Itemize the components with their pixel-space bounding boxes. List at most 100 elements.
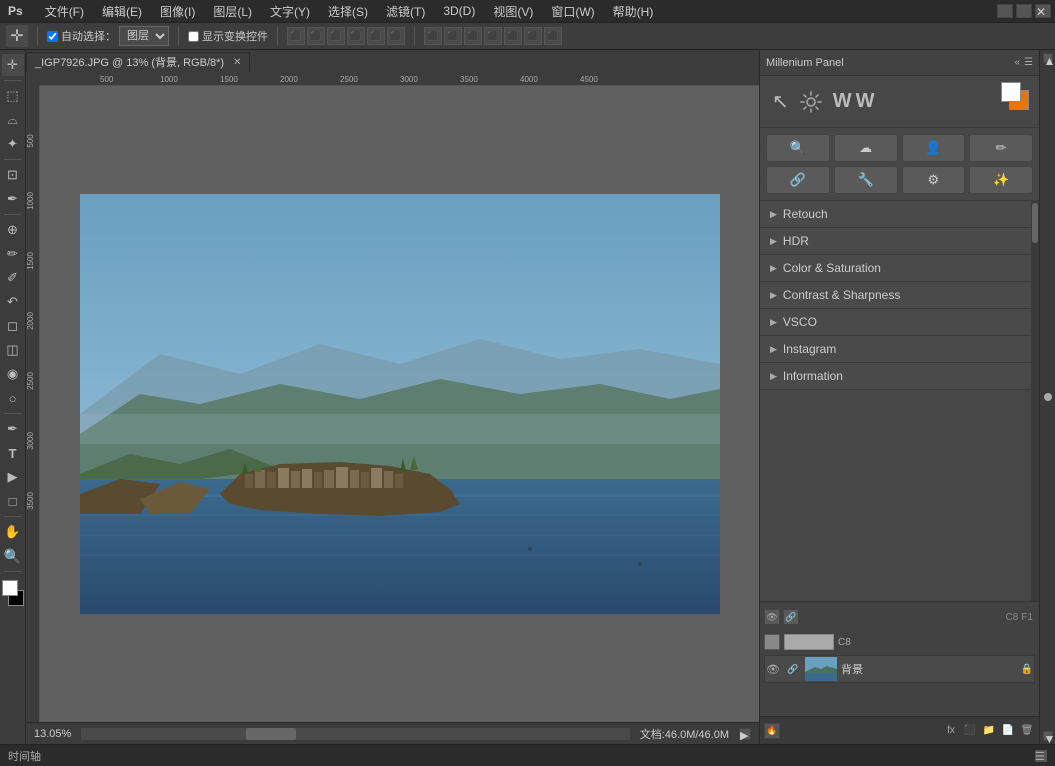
right-scroll-down[interactable]: ▼ — [1043, 731, 1053, 741]
auto-select-checkbox[interactable] — [47, 31, 58, 42]
panel-menu-btn[interactable]: ☰ — [1024, 57, 1033, 68]
color-swatch-container — [1001, 82, 1031, 112]
mask-btn[interactable]: ⬛ — [962, 723, 978, 739]
healing-brush-tool[interactable]: ⊕ — [2, 219, 24, 241]
dist-left-icon[interactable]: ⬛ — [424, 27, 442, 45]
menu-file[interactable]: 文件(F) — [41, 1, 88, 22]
fire-icon[interactable]: 🔥 — [764, 723, 780, 739]
dist-middle-icon[interactable]: ⬛ — [504, 27, 522, 45]
selection-tool[interactable]: ⬚ — [2, 85, 24, 107]
menu-layer[interactable]: 图层(L) — [209, 1, 256, 22]
status-menu-btn[interactable]: ☰ — [1035, 750, 1047, 762]
shape-tool[interactable]: □ — [2, 490, 24, 512]
mill-settings-btn[interactable]: ⚙ — [902, 166, 966, 194]
menu-select[interactable]: 选择(S) — [324, 1, 372, 22]
menu-window[interactable]: 窗口(W) — [547, 1, 598, 22]
menu-filter[interactable]: 滤镜(T) — [382, 1, 429, 22]
align-right-icon[interactable]: ⬛ — [327, 27, 345, 45]
crop-tool[interactable]: ⊡ — [2, 164, 24, 186]
align-center-icon[interactable]: ⬛ — [307, 27, 325, 45]
zoom-tool[interactable]: 🔍 — [2, 545, 24, 567]
new-layer-btn[interactable]: 📄 — [1000, 723, 1016, 739]
menu-edit[interactable]: 编辑(E) — [98, 1, 146, 22]
section-instagram-header[interactable]: ▶ Instagram — [760, 336, 1031, 362]
panel-fg-swatch[interactable] — [1001, 82, 1021, 102]
mill-zoom-btn[interactable]: 🔍 — [766, 134, 830, 162]
panel-scrollbar[interactable] — [1031, 201, 1039, 601]
layer-row-background[interactable]: 👁 🔗 背景 🔒 — [764, 655, 1035, 683]
dist-extra-icon[interactable]: ⬛ — [544, 27, 562, 45]
type-tool[interactable]: T — [2, 442, 24, 464]
layer-options-btn[interactable]: F1 — [1021, 612, 1033, 623]
section-hdr-header[interactable]: ▶ HDR — [760, 228, 1031, 254]
dist-bottom-icon[interactable]: ⬛ — [524, 27, 542, 45]
tab-bar: _IGP7926.JPG @ 13% (背景, RGB/8*) ✕ — [26, 50, 759, 72]
fx-btn[interactable]: fx — [943, 723, 959, 739]
group-btn[interactable]: 📁 — [981, 723, 997, 739]
mill-edit-btn[interactable]: ✏ — [969, 134, 1033, 162]
brush-tool[interactable]: ✏ — [2, 243, 24, 265]
section-information-header[interactable]: ▶ Information — [760, 363, 1031, 389]
mill-tool-btn[interactable]: 🔧 — [834, 166, 898, 194]
section-contrast-header[interactable]: ▶ Contrast & Sharpness — [760, 282, 1031, 308]
path-selection-tool[interactable]: ▶ — [2, 466, 24, 488]
delete-layer-btn[interactable]: 🗑 — [1019, 723, 1035, 739]
hand-tool[interactable]: ✋ — [2, 521, 24, 543]
dist-center-icon[interactable]: ⬛ — [444, 27, 462, 45]
menu-3d[interactable]: 3D(D) — [439, 2, 479, 20]
dist-top-icon[interactable]: ⬛ — [484, 27, 502, 45]
panel-collapse-btn[interactable]: « — [1014, 57, 1020, 68]
mill-person-btn[interactable]: 👤 — [902, 134, 966, 162]
panel-scroll-thumb[interactable] — [1032, 203, 1038, 243]
mill-link-btn[interactable]: 🔗 — [766, 166, 830, 194]
dist-right-icon[interactable]: ⬛ — [464, 27, 482, 45]
tab-close-btn[interactable]: ✕ — [233, 57, 241, 68]
eyedropper-tool[interactable]: ✒ — [2, 188, 24, 210]
scroll-bar-h[interactable] — [81, 728, 629, 740]
menu-type[interactable]: 文字(Y) — [266, 1, 314, 22]
section-color-header[interactable]: ▶ Color & Saturation — [760, 255, 1031, 281]
menu-image[interactable]: 图像(I) — [156, 1, 199, 22]
document-tab[interactable]: _IGP7926.JPG @ 13% (背景, RGB/8*) ✕ — [26, 52, 250, 72]
section-vsco-header[interactable]: ▶ VSCO — [760, 309, 1031, 335]
layers-eye-btn[interactable]: 👁 — [764, 609, 780, 625]
move-tool-options[interactable]: ✛ — [6, 25, 28, 47]
window-minimize-btn[interactable] — [997, 4, 1013, 18]
mill-cloud-btn[interactable]: ☁ — [834, 134, 898, 162]
menu-view[interactable]: 视图(V) — [489, 1, 537, 22]
layer-dropdown[interactable]: 图层 — [119, 26, 169, 46]
align-bottom-icon[interactable]: ⬛ — [387, 27, 405, 45]
right-scroll-thumb[interactable] — [1044, 393, 1052, 401]
blur-tool[interactable]: ◉ — [2, 363, 24, 385]
transform-controls-checkbox[interactable] — [188, 31, 199, 42]
align-left-icon[interactable]: ⬛ — [287, 27, 305, 45]
align-top-icon[interactable]: ⬛ — [347, 27, 365, 45]
align-middle-icon[interactable]: ⬛ — [367, 27, 385, 45]
quick-select-tool[interactable]: ✦ — [2, 133, 24, 155]
canvas-viewport[interactable] — [40, 86, 759, 722]
history-brush-tool[interactable]: ↶ — [2, 291, 24, 313]
window-maximize-btn[interactable] — [1016, 4, 1032, 18]
foreground-color[interactable] — [2, 580, 18, 596]
gradient-tool[interactable]: ◫ — [2, 339, 24, 361]
lasso-tool[interactable]: ⌓ — [2, 109, 24, 131]
scroll-thumb-h[interactable] — [246, 728, 296, 740]
eraser-tool[interactable]: ◻ — [2, 315, 24, 337]
layer-expand-btn[interactable]: C8 — [1006, 612, 1019, 623]
menu-help[interactable]: 帮助(H) — [609, 1, 658, 22]
layers-link-btn[interactable]: 🔗 — [783, 609, 799, 625]
canvas-menu-btn[interactable]: ▶ — [739, 728, 751, 740]
svg-text:3000: 3000 — [400, 75, 418, 84]
layer-visibility-eye[interactable]: 👁 — [765, 656, 781, 682]
dodge-tool[interactable]: ○ — [2, 387, 24, 409]
ruler-horizontal: 500 1000 1500 2000 2500 3000 3500 4000 4… — [40, 72, 759, 86]
window-close-btn[interactable]: ✕ — [1035, 4, 1051, 18]
move-tool[interactable]: ✛ — [2, 54, 24, 76]
tool-separator-3 — [4, 214, 22, 215]
svg-text:2000: 2000 — [280, 75, 298, 84]
section-retouch-header[interactable]: ▶ Retouch — [760, 201, 1031, 227]
pen-tool[interactable]: ✒ — [2, 418, 24, 440]
right-scroll-up[interactable]: ▲ — [1043, 53, 1053, 63]
clone-stamp-tool[interactable]: ✐ — [2, 267, 24, 289]
mill-sparkle-btn[interactable]: ✨ — [969, 166, 1033, 194]
